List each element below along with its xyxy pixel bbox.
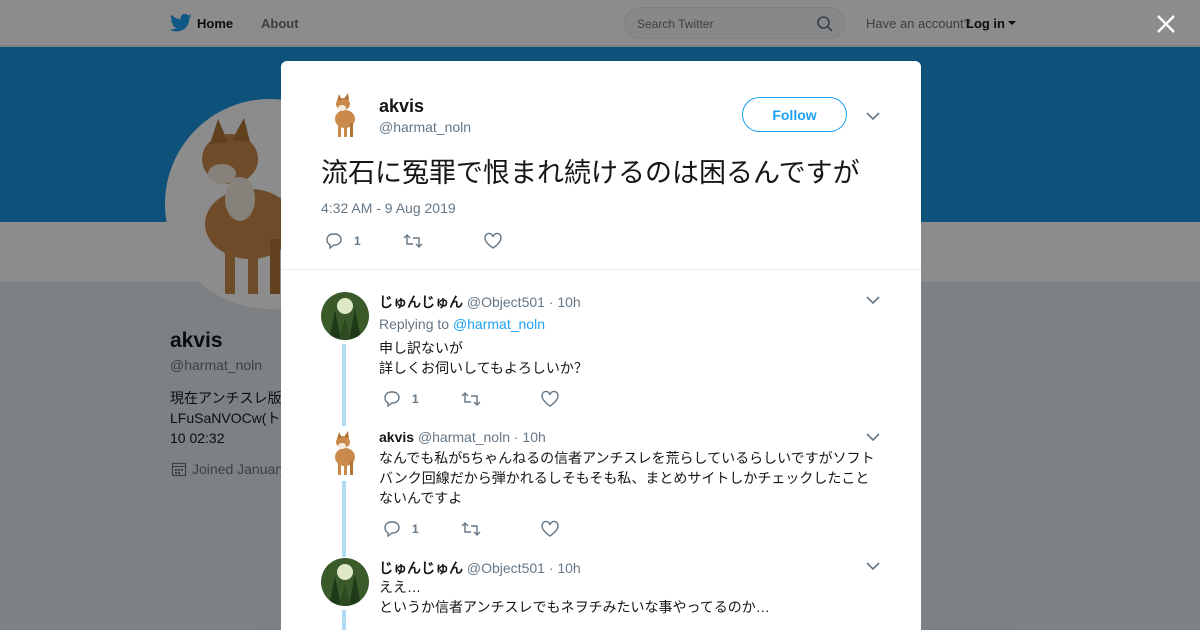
reply-action[interactable]: 1 — [382, 390, 432, 408]
reply-meta: @harmat_noln · 10h — [417, 429, 546, 445]
reply-author-avatar[interactable] — [321, 292, 369, 340]
reply-icon — [384, 521, 400, 538]
reply-count: 1 — [412, 522, 419, 536]
chevron-down-icon[interactable] — [866, 296, 880, 305]
reply-author[interactable]: akvis @harmat_noln · 10h — [379, 429, 546, 445]
thread-line — [342, 481, 346, 557]
replying-to: Replying to @harmat_noln — [379, 316, 545, 332]
reply-text: なんでも私が5ちゃんねるの信者アンチスレを荒らしているらしいですがソフトバンク回… — [379, 450, 875, 506]
thread-line — [342, 344, 346, 426]
heart-icon — [541, 520, 559, 537]
retweet-action[interactable] — [402, 232, 424, 250]
reply-text: ええ… というか信者アンチスレでもネヲチみたいな事やってるのか… — [379, 579, 770, 615]
retweet-action[interactable] — [460, 520, 482, 538]
reply-author[interactable]: じゅんじゅん @Object501 · 10h — [379, 558, 581, 578]
forest-avatar-image — [321, 558, 369, 606]
retweet-action[interactable] — [460, 390, 482, 408]
tweet-permalink-modal: akvis @harmat_noln Follow 流石に冤罪で恨まれ続けるのは… — [281, 61, 921, 630]
chevron-down-icon[interactable] — [866, 112, 880, 121]
reply-action[interactable]: 1 — [324, 232, 374, 250]
forest-avatar-image — [321, 292, 369, 340]
tweet-author-avatar[interactable] — [321, 91, 369, 139]
replying-to-link[interactable]: @harmat_noln — [453, 316, 545, 332]
reply-tweet[interactable]: じゅんじゅん @Object501 · 10h ええ… というか信者アンチスレで… — [281, 558, 921, 630]
divider — [281, 269, 921, 270]
close-icon[interactable] — [1155, 13, 1177, 35]
reply-author-avatar[interactable] — [321, 429, 369, 477]
replying-to-label: Replying to — [379, 316, 450, 332]
retweet-icon — [403, 234, 423, 248]
shiba-dog-image — [321, 91, 369, 139]
chevron-down-icon[interactable] — [866, 433, 880, 442]
reply-author-name[interactable]: じゅんじゅん — [379, 294, 463, 310]
reply-tweet[interactable]: じゅんじゅん @Object501 · 10h Replying to @har… — [281, 292, 921, 426]
reply-text: 申し訳ないが 詳しくお伺いしてもよろしいか？ — [379, 340, 588, 376]
reply-action[interactable]: 1 — [382, 520, 432, 538]
reply-meta: @Object501 · 10h — [466, 560, 581, 576]
reply-count: 1 — [412, 392, 419, 406]
reply-author-name[interactable]: akvis — [379, 429, 414, 445]
thread-line — [342, 610, 346, 630]
tweet-author-name[interactable]: akvis — [379, 96, 424, 117]
reply-author-avatar[interactable] — [321, 558, 369, 606]
tweet-text: 流石に冤罪で恨まれ続けるのは困るんですが — [321, 158, 860, 188]
reply-author-name[interactable]: じゅんじゅん — [379, 560, 463, 576]
like-action[interactable] — [540, 520, 560, 538]
reply-count: 1 — [354, 234, 361, 248]
tweet-timestamp[interactable]: 4:32 AM - 9 Aug 2019 — [321, 200, 456, 216]
like-action[interactable] — [540, 390, 560, 408]
retweet-icon — [461, 522, 481, 536]
heart-icon — [541, 390, 559, 407]
retweet-icon — [461, 392, 481, 406]
shiba-dog-image — [321, 429, 369, 477]
like-action[interactable] — [483, 232, 503, 250]
tweet-author-handle[interactable]: @harmat_noln — [379, 119, 471, 135]
follow-button[interactable]: Follow — [742, 97, 847, 132]
reply-author[interactable]: じゅんじゅん @Object501 · 10h — [379, 292, 581, 312]
reply-icon — [384, 391, 400, 408]
heart-icon — [484, 232, 502, 249]
chevron-down-icon[interactable] — [866, 562, 880, 571]
reply-tweet[interactable]: akvis @harmat_noln · 10h なんでも私が5ちゃんねるの信者… — [281, 429, 921, 559]
reply-icon — [326, 233, 342, 250]
reply-meta: @Object501 · 10h — [466, 294, 581, 310]
